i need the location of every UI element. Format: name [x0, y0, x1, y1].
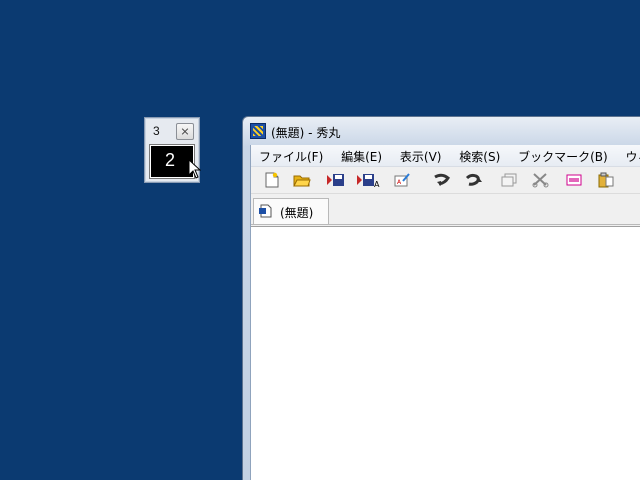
window-title: (無題) - 秀丸: [271, 126, 341, 140]
redo-icon[interactable]: [465, 172, 483, 188]
toolbar: A A: [251, 168, 640, 194]
mini-display-number: 2: [165, 150, 176, 170]
menu-view[interactable]: 表示(V): [400, 145, 442, 165]
cut-icon[interactable]: [532, 172, 550, 188]
paste-special-icon[interactable]: [565, 172, 583, 188]
document-tab-strip: (無題): [251, 195, 640, 225]
title-bar[interactable]: (無題) - 秀丸: [243, 117, 640, 145]
print-preview-icon[interactable]: A: [393, 172, 411, 188]
hidemaru-app-icon: [250, 123, 266, 139]
clipboard-icon[interactable]: [597, 172, 615, 188]
svg-text:A: A: [374, 180, 380, 188]
client-area: ファイル(F) 編集(E) 表示(V) 検索(S) ブックマーク(B) ウィン …: [250, 145, 640, 480]
mouse-cursor-icon: [189, 160, 201, 179]
save-icon[interactable]: [327, 172, 345, 188]
undo-icon[interactable]: [433, 172, 451, 188]
close-icon[interactable]: [176, 123, 194, 140]
text-editor-area[interactable]: [251, 226, 640, 480]
menu-bar: ファイル(F) 編集(E) 表示(V) 検索(S) ブックマーク(B) ウィン: [251, 145, 640, 167]
menu-edit[interactable]: 編集(E): [341, 145, 382, 165]
menu-bookmark[interactable]: ブックマーク(B): [518, 145, 608, 165]
new-file-icon[interactable]: [263, 172, 281, 188]
menu-window[interactable]: ウィン: [626, 145, 640, 165]
mini-display[interactable]: 2: [149, 144, 201, 179]
open-folder-icon[interactable]: [293, 172, 311, 188]
document-icon: [259, 204, 272, 218]
mini-window-title: 3: [153, 124, 160, 138]
main-window[interactable]: (無題) - 秀丸 ファイル(F) 編集(E) 表示(V) 検索(S) ブックマ…: [242, 116, 640, 480]
document-tab-label: (無題): [280, 206, 314, 220]
menu-file[interactable]: ファイル(F): [259, 145, 323, 165]
menu-search[interactable]: 検索(S): [459, 145, 500, 165]
save-as-icon[interactable]: A: [357, 172, 381, 188]
document-tab[interactable]: (無題): [253, 198, 329, 224]
mini-window[interactable]: 3 2: [144, 117, 201, 183]
copy-icon[interactable]: [501, 172, 519, 188]
